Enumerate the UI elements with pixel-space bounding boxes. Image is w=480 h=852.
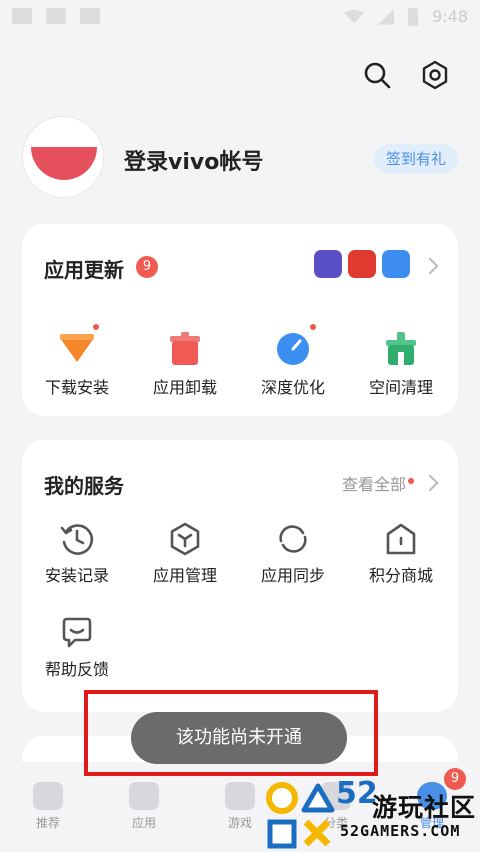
- recommend-icon: [33, 782, 63, 810]
- feedback-icon: [62, 617, 92, 648]
- watermark-logo: 52 游玩社区 52GAMERS.COM: [260, 776, 480, 852]
- gauge-icon: [277, 333, 309, 365]
- uninstall-tool[interactable]: 应用卸载: [140, 332, 230, 398]
- header-actions: [362, 60, 450, 90]
- deep-optimize-label: 深度优化: [260, 378, 325, 397]
- deep-optimize-tool[interactable]: 深度优化: [248, 332, 338, 398]
- points-mall-item[interactable]: 积分商城: [356, 522, 446, 586]
- space-clean-label: 空间清理: [368, 378, 433, 397]
- chevron-right-icon[interactable]: [421, 474, 439, 492]
- status-indicators: 9:48: [344, 7, 468, 26]
- trash-icon: [170, 332, 200, 365]
- watermark-shapes-icon: [266, 782, 335, 849]
- wifi-icon: [344, 9, 365, 24]
- download-install-tool[interactable]: 下载安装: [32, 332, 122, 398]
- status-notifications: [12, 8, 100, 24]
- install-history-label: 安装记录: [44, 566, 109, 585]
- uninstall-label: 应用卸载: [152, 378, 217, 397]
- my-services-card: 我的服务 查看全部 安装记录 应用管理 应用同步 积分商城 帮助反馈: [22, 440, 458, 712]
- update-app-icon: [348, 250, 376, 278]
- see-all-dot: [408, 478, 414, 484]
- signal-icon: [378, 8, 395, 25]
- battery-icon: [408, 7, 419, 26]
- chevron-right-icon[interactable]: [421, 257, 439, 275]
- app-update-title[interactable]: 应用更新: [44, 254, 124, 283]
- tab-apps[interactable]: 应用: [104, 782, 184, 831]
- house-icon: [386, 523, 416, 555]
- gear-icon[interactable]: [420, 60, 450, 90]
- notification-icon: [12, 8, 32, 24]
- hexagon-icon: [170, 522, 200, 556]
- avatar-graphic: [31, 147, 97, 180]
- app-sync-label: 应用同步: [260, 566, 325, 585]
- my-services-title: 我的服务: [44, 474, 124, 498]
- download-icon: [60, 334, 94, 362]
- optimize-dot: [310, 324, 316, 330]
- space-clean-tool[interactable]: 空间清理: [356, 332, 446, 398]
- update-app-icons: [314, 250, 410, 278]
- avatar[interactable]: [22, 116, 104, 198]
- app-sync-item[interactable]: 应用同步: [248, 522, 338, 586]
- update-app-icon: [382, 250, 410, 278]
- sync-icon: [279, 525, 307, 553]
- tab-recommend-label: 推荐: [35, 816, 60, 830]
- update-app-icon: [314, 250, 342, 278]
- apps-icon: [129, 782, 159, 810]
- help-feedback-label: 帮助反馈: [44, 660, 109, 679]
- tab-apps-label: 应用: [131, 816, 156, 830]
- install-history-item[interactable]: 安装记录: [32, 522, 122, 586]
- watermark-domain: 52GAMERS.COM: [340, 822, 461, 840]
- app-manage-label: 应用管理: [152, 566, 217, 585]
- history-icon: [60, 524, 94, 555]
- download-install-label: 下载安装: [44, 378, 109, 397]
- toast-message: 该功能尚未开通: [131, 712, 347, 764]
- checkin-button[interactable]: 签到有礼: [373, 144, 458, 174]
- download-dot: [93, 324, 99, 330]
- search-icon[interactable]: [362, 60, 392, 90]
- app-manage-item[interactable]: 应用管理: [140, 522, 230, 586]
- update-count-badge: 9: [136, 256, 158, 278]
- screenshot-notification-icon: [80, 8, 100, 24]
- tab-recommend[interactable]: 推荐: [8, 782, 88, 831]
- watermark-title: 游玩社区: [372, 793, 477, 822]
- status-time: 9:48: [432, 7, 468, 26]
- broom-icon: [386, 332, 416, 365]
- gamepad-icon: [225, 782, 255, 810]
- profile-section: 登录vivo帐号 签到有礼: [22, 116, 458, 200]
- app-update-card: 应用更新 9 下载安装 应用卸载 深度优化 空间清理: [22, 224, 458, 416]
- help-feedback-item[interactable]: 帮助反馈: [32, 616, 122, 680]
- see-all-link[interactable]: 查看全部: [342, 471, 406, 495]
- points-mall-label: 积分商城: [368, 566, 433, 585]
- status-bar: 9:48: [0, 0, 480, 34]
- login-link[interactable]: 登录vivo帐号: [124, 144, 263, 176]
- download-notification-icon: [46, 8, 66, 24]
